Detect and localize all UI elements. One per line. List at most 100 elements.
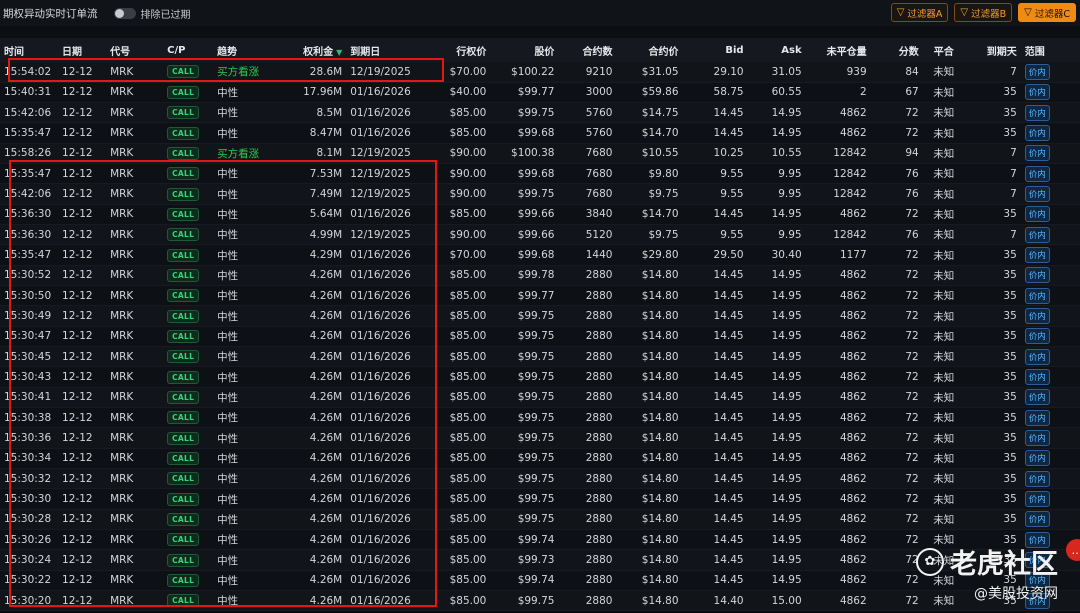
- cell-time: 15:30:38: [0, 407, 59, 429]
- call-badge: CALL: [167, 289, 200, 303]
- spacer: [0, 26, 1080, 38]
- table-row[interactable]: 15:30:47 12-12 MRK CALL 中性 4.26M 01/16/2026 $85…: [0, 326, 1080, 348]
- cell-open-interest: 4862: [805, 387, 871, 409]
- cell-symbol: MRK: [106, 346, 164, 368]
- in-the-money-badge: 价内: [1024, 165, 1050, 182]
- cell-expiry: 01/16/2026: [346, 427, 439, 449]
- table-row[interactable]: 15:30:28 12-12 MRK CALL 中性 4.26M 01/16/2026 $85…: [0, 509, 1080, 531]
- cell-premium: 8.47M: [279, 122, 347, 144]
- cell-date: 12-12: [58, 143, 107, 165]
- watermark: ✿ 老虎社区 @美股投资网: [916, 542, 1058, 603]
- cell-score: 72: [870, 265, 923, 287]
- col-header-ask[interactable]: Ask: [748, 38, 806, 62]
- cell-stock-price: $99.66: [490, 204, 559, 226]
- table-row[interactable]: 15:36:30 12-12 MRK CALL 中性 5.64M 01/16/2026 $85…: [0, 204, 1080, 226]
- table-row[interactable]: 15:30:38 12-12 MRK CALL 中性 4.26M 01/16/2026 $85…: [0, 407, 1080, 429]
- exclude-expired-toggle[interactable]: [113, 7, 136, 19]
- table-row[interactable]: 15:30:45 12-12 MRK CALL 中性 4.26M 01/16/2026 $85…: [0, 346, 1080, 368]
- col-header-strike[interactable]: 行权价: [438, 38, 490, 62]
- cell-date: 12-12: [58, 387, 107, 409]
- table-row[interactable]: 15:30:32 12-12 MRK CALL 中性 4.26M 01/16/2026 $85…: [0, 468, 1080, 490]
- cell-ask: 14.95: [747, 427, 806, 449]
- table-row[interactable]: 15:42:06 12-12 MRK CALL 中性 7.49M 12/19/2025 $90…: [0, 183, 1080, 205]
- cell-stock-price: $99.74: [490, 529, 559, 551]
- col-header-contract-price[interactable]: 合约价: [616, 38, 682, 62]
- table-row[interactable]: 15:30:50 12-12 MRK CALL 中性 4.26M 01/16/2026 $85…: [0, 285, 1080, 307]
- col-header-symbol[interactable]: 代号: [106, 38, 163, 62]
- cell-contracts: 2880: [558, 305, 617, 327]
- col-header-moneyness[interactable]: 范围: [1021, 38, 1080, 62]
- cell-stock-price: $99.75: [490, 305, 559, 327]
- call-badge: CALL: [167, 431, 200, 445]
- cell-contract-price: $14.80: [616, 305, 683, 327]
- cell-stock-price: $99.75: [490, 488, 559, 510]
- col-header-contracts[interactable]: 合约数: [558, 38, 616, 62]
- cell-bid: 14.45: [682, 387, 748, 409]
- cell-expiry: 01/16/2026: [346, 387, 439, 409]
- cell-ask: 60.55: [747, 82, 806, 104]
- col-header-trend[interactable]: 趋势: [213, 38, 279, 62]
- table-row[interactable]: 15:30:52 12-12 MRK CALL 中性 4.26M 01/16/2026 $85…: [0, 265, 1080, 287]
- col-header-time[interactable]: 时间: [0, 38, 58, 62]
- cell-ask: 9.95: [747, 163, 806, 185]
- cell-premium: 5.64M: [279, 204, 347, 226]
- table-row[interactable]: 15:40:31 12-12 MRK CALL 中性 17.96M 01/16/2026 $4…: [0, 82, 1080, 104]
- table-row[interactable]: 15:30:34 12-12 MRK CALL 中性 4.26M 01/16/2026 $85…: [0, 448, 1080, 470]
- table-row[interactable]: 15:35:47 12-12 MRK CALL 中性 4.29M 01/16/2026 $70…: [0, 244, 1080, 266]
- cell-open-close: 未知: [922, 407, 965, 429]
- col-header-cp[interactable]: C/P: [163, 38, 213, 62]
- table-row[interactable]: 15:30:49 12-12 MRK CALL 中性 4.26M 01/16/2026 $85…: [0, 305, 1080, 327]
- col-header-date[interactable]: 日期: [58, 38, 106, 62]
- table-row[interactable]: 15:30:41 12-12 MRK CALL 中性 4.26M 01/16/2026 $85…: [0, 387, 1080, 409]
- cell-ask: 14.95: [747, 570, 806, 592]
- table-row[interactable]: 15:35:47 12-12 MRK CALL 中性 8.47M 01/16/2026 $85…: [0, 122, 1080, 144]
- col-header-open-close[interactable]: 平合: [923, 38, 965, 62]
- cell-strike: $85.00: [438, 346, 491, 368]
- table-row[interactable]: 15:30:30 12-12 MRK CALL 中性 4.26M 01/16/2026 $85…: [0, 488, 1080, 510]
- col-header-dte[interactable]: 到期天: [965, 38, 1021, 62]
- cell-ask: 30.40: [747, 244, 806, 266]
- in-the-money-badge: 价内: [1024, 63, 1050, 80]
- cell-cp: CALL: [163, 488, 214, 510]
- cell-stock-price: $99.75: [490, 366, 559, 388]
- cell-stock-price: $99.75: [490, 427, 559, 449]
- cell-date: 12-12: [58, 122, 107, 144]
- cell-ask: 14.95: [747, 265, 806, 287]
- cell-cp: CALL: [163, 366, 214, 388]
- cell-score: 72: [870, 122, 923, 144]
- col-header-bid[interactable]: Bid: [683, 38, 748, 62]
- cell-expiry: 01/16/2026: [346, 265, 439, 287]
- filter-a-button[interactable]: ▽ 过滤器A: [890, 3, 949, 22]
- filter-c-button[interactable]: ▽ 过滤器C: [1018, 3, 1076, 22]
- cell-cp: CALL: [163, 143, 214, 165]
- cell-date: 12-12: [58, 163, 107, 185]
- cell-premium: 4.26M: [279, 346, 347, 368]
- filter-b-button[interactable]: ▽ 过滤器B: [954, 3, 1013, 22]
- col-header-score[interactable]: 分数: [871, 38, 923, 62]
- cell-score: 72: [870, 549, 923, 571]
- cell-time: 15:30:45: [0, 346, 59, 368]
- cell-time: 15:36:30: [0, 224, 59, 246]
- table-row[interactable]: 15:35:47 12-12 MRK CALL 中性 7.53M 12/19/2025 $90…: [0, 163, 1080, 185]
- cell-date: 12-12: [58, 590, 107, 612]
- cell-moneyness: 价内: [1020, 407, 1080, 429]
- cell-premium: 8.5M: [279, 102, 347, 124]
- table-row[interactable]: 15:58:26 12-12 MRK CALL 买方看涨 8.1M 12/19/2025 $9…: [0, 143, 1080, 165]
- cell-trend: 中性: [213, 387, 280, 409]
- cell-cp: CALL: [163, 82, 214, 104]
- cell-strike: $90.00: [438, 163, 491, 185]
- table-row[interactable]: 15:54:02 12-12 MRK CALL 买方看涨 28.6M 12/19/2025 $…: [0, 62, 1080, 83]
- col-header-stock-price[interactable]: 股价: [490, 38, 558, 62]
- cell-open-interest: 4862: [805, 549, 871, 571]
- col-header-premium[interactable]: 权利金 ▼: [279, 38, 346, 62]
- cell-dte: 7: [964, 163, 1021, 185]
- cell-bid: 29.10: [682, 62, 748, 83]
- table-row[interactable]: 15:36:30 12-12 MRK CALL 中性 4.99M 12/19/2025 $90…: [0, 224, 1080, 246]
- col-header-expiry[interactable]: 到期日: [346, 38, 438, 62]
- cell-stock-price: $100.38: [490, 143, 559, 165]
- col-header-open-interest[interactable]: 未平仓量: [806, 38, 871, 62]
- cell-dte: 35: [964, 407, 1021, 429]
- table-row[interactable]: 15:30:36 12-12 MRK CALL 中性 4.26M 01/16/2026 $85…: [0, 427, 1080, 449]
- table-row[interactable]: 15:42:06 12-12 MRK CALL 中性 8.5M 01/16/2026 $85.…: [0, 102, 1080, 124]
- table-row[interactable]: 15:30:43 12-12 MRK CALL 中性 4.26M 01/16/2026 $85…: [0, 366, 1080, 388]
